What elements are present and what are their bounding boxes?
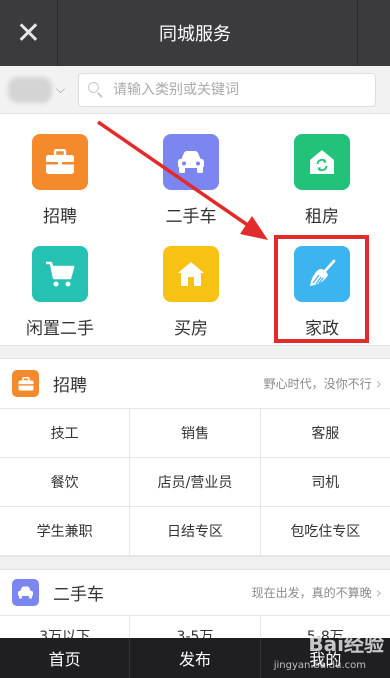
grid-row: 技工 销售 客服 <box>0 409 390 458</box>
highlight-box <box>274 235 369 343</box>
section-header-cars[interactable]: 二手车 现在出发，真的不算晚 › <box>0 570 390 616</box>
category-buy-house[interactable]: 买房 <box>131 246 251 339</box>
car-icon <box>163 134 219 190</box>
close-icon: ✕ <box>15 15 42 51</box>
nav-publish[interactable]: 发布 <box>130 638 261 678</box>
grid-cell[interactable]: 技工 <box>0 409 131 457</box>
section-divider <box>0 345 390 359</box>
category-label: 招聘 <box>43 207 77 227</box>
category-label: 二手车 <box>165 207 217 227</box>
section-slogan: 现在出发，真的不算晚 <box>251 586 372 600</box>
jobs-grid: 技工 销售 客服 餐饮 店员/营业员 司机 学生兼职 日结专区 包吃住专区 <box>0 409 390 556</box>
chevron-right-icon: › <box>375 583 382 602</box>
briefcase-icon <box>32 134 88 190</box>
watermark-logo: Bai经验 <box>308 632 384 656</box>
search-bar: ⌵ <box>0 66 390 114</box>
grid-row: 餐饮 店员/营业员 司机 <box>0 458 390 507</box>
house-refresh-icon <box>294 134 350 190</box>
section-divider <box>0 556 390 570</box>
grid-cell[interactable]: 店员/营业员 <box>130 458 261 506</box>
category-jobs[interactable]: 招聘 <box>0 134 120 227</box>
category-secondhand[interactable]: 闲置二手 <box>0 246 120 339</box>
grid-cell[interactable]: 销售 <box>130 409 261 457</box>
search-icon <box>87 81 105 99</box>
briefcase-icon <box>12 370 39 397</box>
search-input[interactable] <box>113 81 353 98</box>
category-label: 买房 <box>174 319 208 339</box>
grid-row: 学生兼职 日结专区 包吃住专区 <box>0 507 390 556</box>
grid-cell[interactable]: 餐饮 <box>0 458 131 506</box>
city-selector[interactable]: ⌵ <box>0 66 78 114</box>
chevron-down-icon: ⌵ <box>56 82 66 96</box>
chevron-right-icon: › <box>375 374 382 393</box>
grid-cell[interactable]: 司机 <box>261 458 390 506</box>
category-used-cars[interactable]: 二手车 <box>131 134 251 227</box>
category-label: 租房 <box>305 207 339 227</box>
grid-cell[interactable]: 日结专区 <box>130 507 261 555</box>
car-icon <box>12 579 39 606</box>
section-title: 二手车 <box>53 585 104 605</box>
city-name-blurred <box>8 76 52 103</box>
watermark-url: jingyan.baidu.com <box>273 660 366 671</box>
nav-home[interactable]: 首页 <box>0 638 131 678</box>
category-rent[interactable]: 租房 <box>262 134 382 227</box>
title-bar: ✕ 同城服务 <box>0 0 390 66</box>
close-button[interactable]: ✕ <box>0 0 58 66</box>
house-icon <box>163 246 219 302</box>
category-label: 闲置二手 <box>26 319 94 339</box>
section-slogan: 野心时代，没你不行 <box>263 377 372 391</box>
page-title: 同城服务 <box>159 24 231 45</box>
cart-icon <box>32 246 88 302</box>
grid-cell[interactable]: 学生兼职 <box>0 507 131 555</box>
section-title: 招聘 <box>53 376 87 396</box>
grid-cell[interactable]: 客服 <box>261 409 390 457</box>
search-box[interactable] <box>78 72 376 107</box>
title-bar-divider <box>357 0 358 66</box>
section-header-jobs[interactable]: 招聘 野心时代，没你不行 › <box>0 359 390 409</box>
grid-cell[interactable]: 包吃住专区 <box>261 507 390 555</box>
